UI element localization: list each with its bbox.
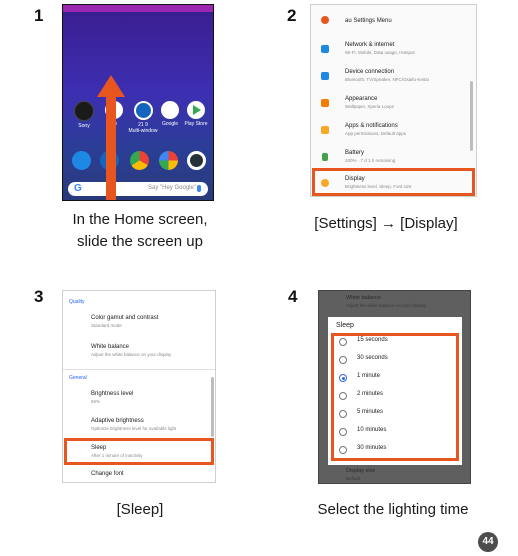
app-label: 21 9 Multi-window bbox=[128, 122, 158, 134]
setting-subtitle: Adjust the white balance on your display bbox=[91, 352, 172, 357]
settings-item-subtitle: App permissions, Default apps bbox=[345, 131, 407, 136]
settings-item-title: au Settings Menu bbox=[345, 18, 392, 24]
settings-item-title: Apps & notifications bbox=[345, 123, 398, 129]
photos-icon[interactable] bbox=[159, 151, 178, 170]
mic-icon[interactable] bbox=[197, 185, 201, 192]
settings-item-title: Appearance bbox=[345, 96, 378, 102]
home-screen-screenshot: Sony au 21 9 Multi-window Google Play St… bbox=[62, 4, 214, 201]
multi-window-icon bbox=[133, 101, 153, 120]
section-header-quality: Quality bbox=[69, 299, 85, 305]
app-label: Google bbox=[161, 121, 179, 127]
sony-folder-icon bbox=[74, 101, 94, 121]
background-setting-title: Display size bbox=[346, 468, 376, 474]
dialog-title: Sleep bbox=[336, 322, 354, 329]
settings-item-title: Device connection bbox=[345, 69, 395, 75]
app-multi-window[interactable]: 21 9 Multi-window bbox=[127, 101, 159, 134]
setting-white-balance[interactable]: White balance Adjust the white balance o… bbox=[91, 344, 171, 357]
display-settings-screenshot: Quality Color gamut and contrast Standar… bbox=[62, 290, 216, 483]
settings-item-subtitle: Wallpaper, Xperia Loops bbox=[345, 104, 394, 109]
caption-line: slide the screen up bbox=[77, 233, 203, 250]
setting-title: Brightness level bbox=[91, 391, 134, 397]
setting-subtitle: Optimize brightness level for available … bbox=[91, 426, 177, 431]
google-folder-icon bbox=[161, 101, 179, 119]
background-setting-subtitle: Default bbox=[346, 476, 361, 481]
setting-title: Change font bbox=[91, 471, 124, 477]
settings-item-subtitle: Wi-Fi, Mobile, Data usage, Hotspot bbox=[345, 50, 415, 55]
sleep-dialog-screenshot: White balance Adjust the white balance o… bbox=[318, 290, 471, 484]
setting-adaptive-brightness[interactable]: Adaptive brightness Optimize brightness … bbox=[91, 418, 176, 431]
google-search-bar[interactable]: G Say "Hey Google" bbox=[68, 182, 208, 196]
settings-item-title: Battery bbox=[345, 150, 365, 156]
setting-subtitle: 65% bbox=[91, 399, 101, 404]
play-store-icon bbox=[187, 101, 205, 119]
settings-item-battery[interactable]: Battery 100% · 7 d 1 h remaining bbox=[311, 148, 476, 170]
wifi-icon bbox=[321, 45, 329, 53]
appearance-icon bbox=[321, 99, 329, 107]
step-number-3: 3 bbox=[34, 287, 44, 306]
apps-icon bbox=[321, 126, 329, 134]
setting-title: Adaptive brightness bbox=[91, 418, 144, 424]
app-label: Play Store bbox=[184, 121, 208, 127]
step-number-4: 4 bbox=[288, 287, 298, 306]
settings-item-network[interactable]: Network & internet Wi-Fi, Mobile, Data u… bbox=[311, 40, 476, 62]
scrollbar[interactable] bbox=[470, 81, 473, 151]
step-number-1: 1 bbox=[34, 6, 44, 25]
background-setting-subtitle: Adjust the white balance on your display bbox=[346, 303, 427, 308]
battery-icon bbox=[322, 153, 328, 161]
settings-item-apps[interactable]: Apps & notifications App permissions, De… bbox=[311, 121, 476, 143]
settings-menu-screenshot: au Settings Menu Network & internet Wi-F… bbox=[310, 4, 477, 197]
step-2-caption: [Settings] → [Display] bbox=[314, 215, 458, 232]
step-3-caption: [Sleep] bbox=[116, 501, 164, 518]
background-setting-title: White balance bbox=[346, 295, 381, 301]
options-highlight-box bbox=[331, 333, 459, 461]
section-header-general: General bbox=[69, 375, 87, 381]
chrome-icon[interactable] bbox=[130, 151, 149, 170]
caption-line: In the Home screen, bbox=[72, 211, 208, 228]
app-sony-folder[interactable]: Sony bbox=[71, 101, 97, 129]
search-placeholder: Say "Hey Google" bbox=[148, 185, 196, 191]
sleep-dialog: Sleep 15 seconds 30 seconds 1 minute 2 m… bbox=[328, 317, 462, 465]
camera-icon[interactable] bbox=[187, 151, 206, 170]
status-bar bbox=[63, 5, 213, 12]
settings-item-subtitle: Bluetooth, TV/Speaker, NFC/Osaifu-Keitai bbox=[345, 77, 429, 82]
app-play-store[interactable]: Play Store bbox=[183, 101, 209, 127]
section-divider bbox=[63, 369, 215, 370]
swipe-up-arrow-shaft bbox=[106, 94, 116, 200]
settings-item-au[interactable]: au Settings Menu bbox=[311, 11, 476, 33]
setting-brightness-level[interactable]: Brightness level 65% bbox=[91, 391, 133, 404]
settings-item-title: Network & internet bbox=[345, 42, 395, 48]
phone-icon[interactable] bbox=[72, 151, 91, 170]
au-settings-icon bbox=[321, 16, 329, 24]
page-number-badge: 44 bbox=[478, 532, 498, 552]
settings-item-device-connection[interactable]: Device connection Bluetooth, TV/Speaker,… bbox=[311, 67, 476, 89]
display-highlight-box bbox=[312, 168, 475, 196]
app-label: Sony bbox=[78, 123, 90, 129]
setting-subtitle: Standard mode bbox=[91, 323, 122, 328]
settings-item-subtitle: 100% · 7 d 1 h remaining bbox=[345, 158, 396, 163]
setting-title: White balance bbox=[91, 344, 130, 350]
app-google-folder[interactable]: Google bbox=[157, 101, 183, 127]
sleep-highlight-box bbox=[64, 438, 214, 465]
scrollbar[interactable] bbox=[211, 377, 214, 437]
step-4-caption: Select the lighting time bbox=[317, 501, 469, 518]
device-connection-icon bbox=[321, 72, 329, 80]
setting-change-font[interactable]: Change font bbox=[91, 471, 124, 477]
step-1-caption: In the Home screen, slide the screen up bbox=[20, 209, 260, 253]
swipe-up-arrow-icon bbox=[97, 75, 125, 97]
step-number-2: 2 bbox=[287, 6, 297, 25]
setting-color-gamut[interactable]: Color gamut and contrast Standard mode bbox=[91, 315, 158, 328]
settings-item-appearance[interactable]: Appearance Wallpaper, Xperia Loops bbox=[311, 94, 476, 116]
setting-title: Color gamut and contrast bbox=[91, 315, 159, 321]
google-g-icon: G bbox=[74, 183, 82, 194]
